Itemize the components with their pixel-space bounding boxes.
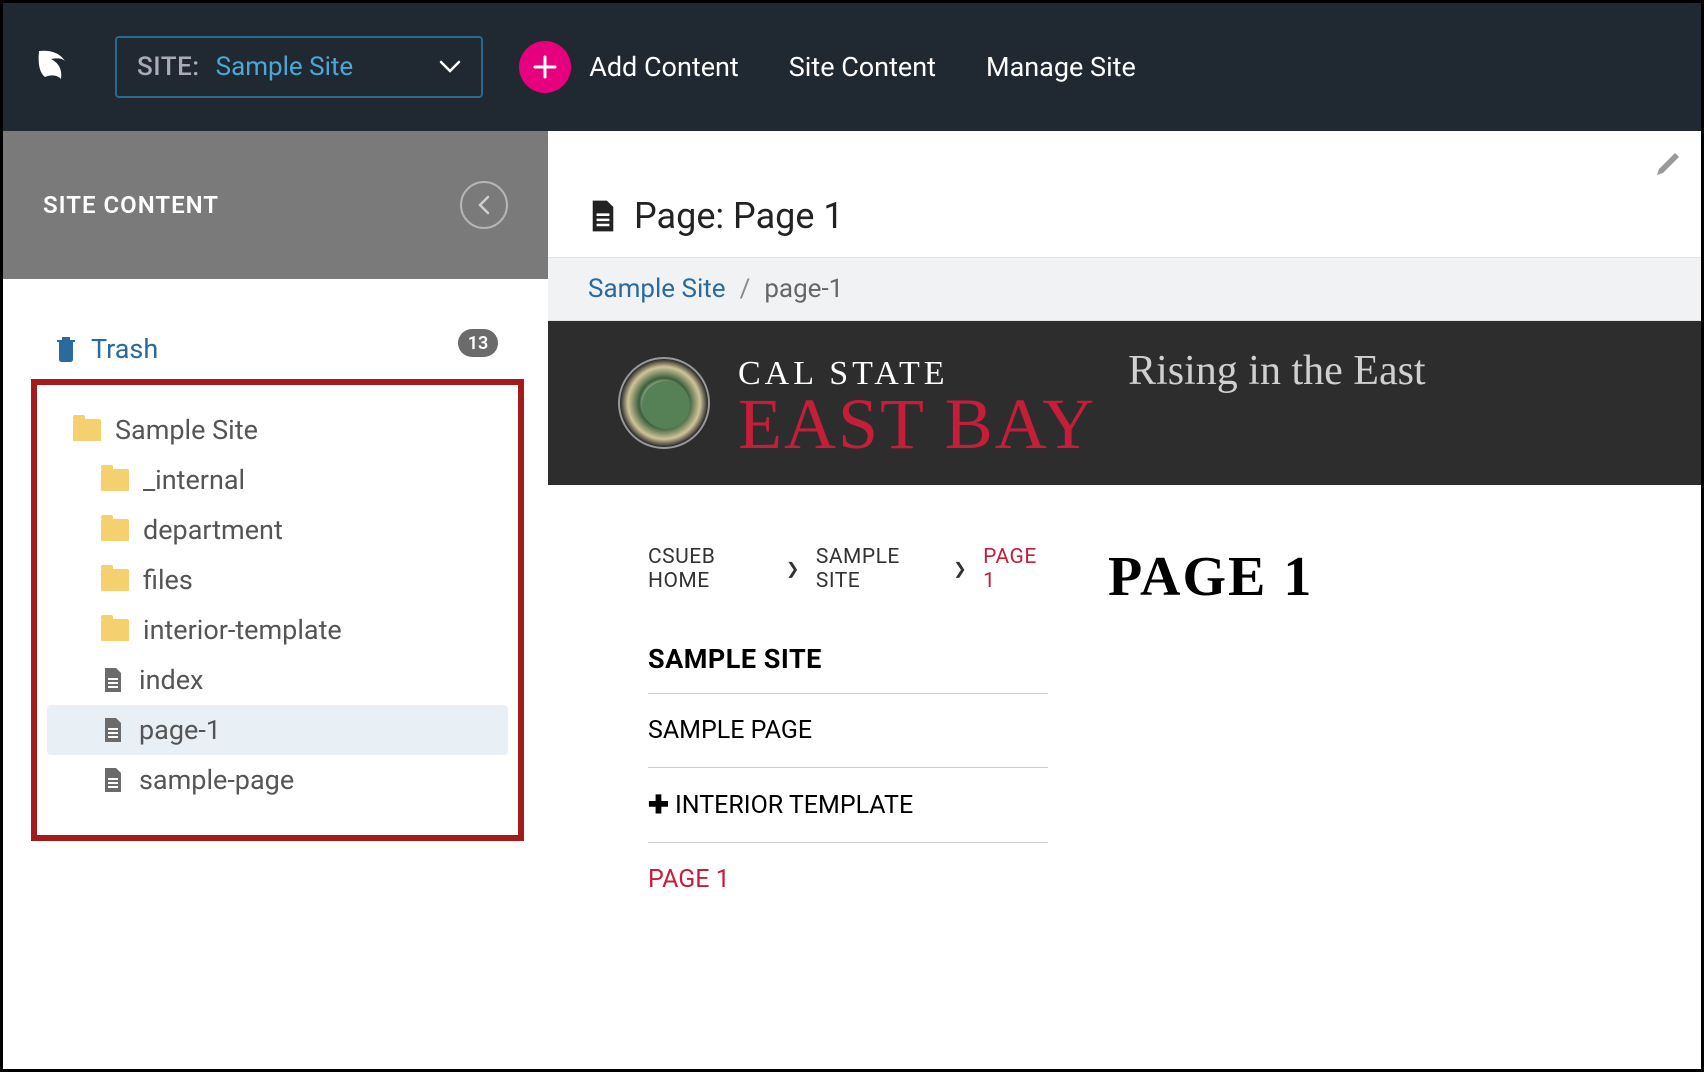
tree-item-internal[interactable]: _internal [47,455,508,505]
topbar: SITE: Sample Site Add Content Site Conte… [3,3,1701,131]
collapse-sidebar-button[interactable] [460,181,508,229]
preview-right-column: PAGE 1 [1108,545,1601,916]
sidebar-header: SITE CONTENT [3,131,548,279]
tree-item-label: _internal [143,464,245,496]
trash-count-badge: 13 [458,329,498,357]
trash-row[interactable]: Trash 13 [3,327,548,371]
add-content-button[interactable]: Add Content [519,41,739,93]
tree-root[interactable]: Sample Site [47,405,508,455]
page-icon [101,716,125,744]
tree-item-label: page-1 [139,714,221,746]
page-icon [101,766,125,794]
banner-line2: EAST BAY [738,390,1096,458]
folder-icon [101,469,129,491]
breadcrumb-current: page-1 [764,274,843,304]
preview-breadcrumb-page: PAGE 1 [983,545,1048,593]
page-heading-text: Page: Page 1 [634,195,844,237]
sidebar: SITE CONTENT Trash 13 Sample Site [3,131,548,1069]
preview-breadcrumb-home[interactable]: CSUEB HOME [648,545,770,593]
pencil-icon [1653,149,1683,179]
folder-icon [101,619,129,641]
edit-button[interactable] [1653,149,1683,179]
main: SITE CONTENT Trash 13 Sample Site [3,131,1701,1069]
tree-item-department[interactable]: department [47,505,508,555]
breadcrumb-root[interactable]: Sample Site [588,274,726,304]
sidenav-item-page-1[interactable]: PAGE 1 [648,843,1048,916]
tree-item-sample-page[interactable]: sample-page [47,755,508,805]
preview-page-title: PAGE 1 [1108,545,1601,609]
sidebar-body: Trash 13 Sample Site _internal departmen… [3,279,548,841]
sidenav-item-interior-template[interactable]: ✚INTERIOR TEMPLATE [648,768,1048,843]
site-selector-value: Sample Site [216,52,354,82]
nav-site-content[interactable]: Site Content [789,51,936,83]
site-selector[interactable]: SITE: Sample Site [115,36,483,98]
trash-label: Trash [91,333,158,365]
banner-tagline: Rising in the East [1128,347,1426,395]
page-icon [101,666,125,694]
tree-item-index[interactable]: index [47,655,508,705]
sidenav-title: SAMPLE SITE [648,643,1048,694]
preview-left-column: CSUEB HOME ❯ SAMPLE SITE ❯ PAGE 1 SAMPLE… [648,545,1048,916]
tree-item-label: department [143,514,283,546]
folder-open-icon [73,419,101,441]
chevron-right-icon: ❯ [953,559,967,578]
tree-item-label: files [143,564,193,596]
content-pane: Page: Page 1 Sample Site / page-1 CAL ST… [548,131,1701,1069]
chevron-down-icon [439,60,461,74]
tree-item-files[interactable]: files [47,555,508,605]
nav-manage-site[interactable]: Manage Site [986,51,1136,83]
plus-icon [519,41,571,93]
chevron-left-icon [476,194,492,216]
chevron-right-icon: ❯ [786,559,800,578]
tree-item-label: index [139,664,203,696]
tree-item-interior-template[interactable]: interior-template [47,605,508,655]
plus-icon: ✚ [648,791,669,820]
tree-highlight-annotation: Sample Site _internal department files i… [31,379,524,841]
add-content-label: Add Content [589,51,739,83]
page-icon [588,198,618,234]
sidenav-item-sample-page[interactable]: SAMPLE PAGE [648,694,1048,768]
tree-item-page-1[interactable]: page-1 [47,705,508,755]
breadcrumb: Sample Site / page-1 [548,257,1701,321]
preview-breadcrumb: CSUEB HOME ❯ SAMPLE SITE ❯ PAGE 1 [648,545,1048,593]
tree-item-label: sample-page [139,764,294,796]
tree-root-label: Sample Site [115,414,258,446]
preview-breadcrumb-site[interactable]: SAMPLE SITE [816,545,937,593]
folder-icon [101,569,129,591]
site-selector-label: SITE: [137,52,200,82]
folder-icon [101,519,129,541]
sidenav-item-label: INTERIOR TEMPLATE [675,791,913,820]
banner-text: CAL STATE EAST BAY Rising in the East [738,347,1426,459]
page-heading: Page: Page 1 [548,131,1701,257]
app-logo-icon [27,43,83,91]
preview-banner: CAL STATE EAST BAY Rising in the East [548,321,1701,485]
sidebar-title: SITE CONTENT [43,191,219,219]
tree-item-label: interior-template [143,614,342,646]
university-seal-icon [618,357,710,449]
preview-body: CSUEB HOME ❯ SAMPLE SITE ❯ PAGE 1 SAMPLE… [548,485,1701,976]
trash-icon [55,335,77,363]
breadcrumb-separator: / [740,274,751,304]
